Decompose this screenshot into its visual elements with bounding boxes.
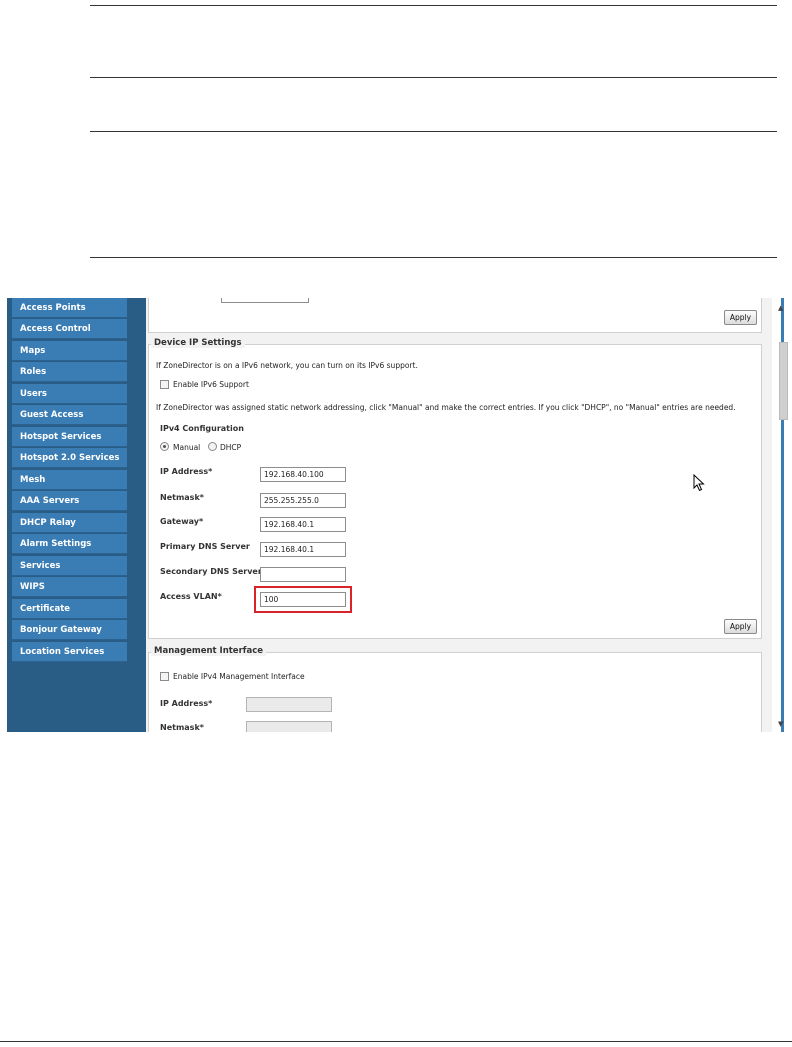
manual-radio[interactable] <box>160 442 169 451</box>
top-panel-input[interactable] <box>221 298 309 303</box>
enable-mgmt-checkbox[interactable] <box>160 672 169 681</box>
mgmt-ip-address-label: IP Address* <box>160 699 213 708</box>
device-ip-settings-panel: If ZoneDirector is on a IPv6 network, yo… <box>148 344 762 639</box>
manual-label: Manual <box>173 443 201 452</box>
primary-dns-label: Primary DNS Server <box>160 542 250 551</box>
sidebar-item-guest-access[interactable]: Guest Access <box>12 405 127 425</box>
sidebar: Access Points Access Control Maps Roles … <box>7 298 146 732</box>
scroll-up-icon[interactable]: ▲ <box>778 304 783 312</box>
ip-address-label: IP Address* <box>160 467 213 476</box>
primary-dns-input[interactable]: 192.168.40.1 <box>260 542 346 557</box>
scroll-down-icon[interactable]: ▼ <box>778 720 783 728</box>
dhcp-label: DHCP <box>220 443 242 452</box>
sidebar-item-bonjour-gateway[interactable]: Bonjour Gateway <box>12 620 127 640</box>
access-vlan-highlight <box>254 586 352 613</box>
ipv4-configuration-label: IPv4 Configuration <box>160 424 244 433</box>
sidebar-item-certificate[interactable]: Certificate <box>12 599 127 619</box>
ipv6-note: If ZoneDirector is on a IPv6 network, yo… <box>156 361 418 370</box>
scrollbar-thumb[interactable] <box>779 342 788 420</box>
ip-address-input[interactable]: 192.168.40.100 <box>260 467 346 482</box>
page-rule <box>90 257 777 258</box>
page-rule <box>90 5 777 6</box>
sidebar-item-dhcp-relay[interactable]: DHCP Relay <box>12 513 127 533</box>
vertical-scrollbar[interactable]: ▲ ▼ <box>772 298 792 732</box>
sidebar-item-alarm-settings[interactable]: Alarm Settings <box>12 534 127 554</box>
sidebar-item-roles[interactable]: Roles <box>12 362 127 382</box>
management-interface-panel: Enable IPv4 Management Interface IP Addr… <box>148 652 762 732</box>
dhcp-radio[interactable] <box>208 442 217 451</box>
page-rule <box>90 131 777 132</box>
static-addressing-note: If ZoneDirector was assigned static netw… <box>156 403 736 412</box>
device-ip-apply-button[interactable]: Apply <box>724 619 757 634</box>
enable-ipv6-label: Enable IPv6 Support <box>173 380 249 389</box>
mouse-cursor-icon <box>693 474 705 492</box>
top-panel: Apply <box>148 298 762 333</box>
sidebar-item-users[interactable]: Users <box>12 384 127 404</box>
page-rule <box>0 1041 792 1042</box>
screenshot-frame: Access Points Access Control Maps Roles … <box>7 298 792 732</box>
sidebar-item-services[interactable]: Services <box>12 556 127 576</box>
secondary-dns-label: Secondary DNS Server <box>160 567 262 576</box>
top-apply-button[interactable]: Apply <box>724 310 757 325</box>
netmask-input[interactable]: 255.255.255.0 <box>260 493 346 508</box>
mgmt-netmask-label: Netmask* <box>160 723 204 732</box>
mgmt-netmask-input[interactable] <box>246 721 332 732</box>
sidebar-item-location-services[interactable]: Location Services <box>12 642 127 662</box>
gateway-label: Gateway* <box>160 517 204 526</box>
sidebar-item-aaa-servers[interactable]: AAA Servers <box>12 491 127 511</box>
content-area: Apply If ZoneDirector is on a IPv6 netwo… <box>146 298 772 732</box>
secondary-dns-input[interactable] <box>260 567 346 582</box>
enable-ipv6-checkbox[interactable] <box>160 380 169 389</box>
mgmt-ip-address-input[interactable] <box>246 697 332 712</box>
device-ip-settings-title: Device IP Settings <box>151 338 245 348</box>
sidebar-item-mesh[interactable]: Mesh <box>12 470 127 490</box>
sidebar-item-access-control[interactable]: Access Control <box>12 319 127 339</box>
sidebar-item-wips[interactable]: WIPS <box>12 577 127 597</box>
page-rule <box>90 77 777 78</box>
sidebar-item-access-points[interactable]: Access Points <box>12 298 127 318</box>
gateway-input[interactable]: 192.168.40.1 <box>260 517 346 532</box>
enable-mgmt-label: Enable IPv4 Management Interface <box>173 672 305 681</box>
sidebar-item-maps[interactable]: Maps <box>12 341 127 361</box>
management-interface-title: Management Interface <box>151 646 266 656</box>
access-vlan-label: Access VLAN* <box>160 592 222 601</box>
sidebar-item-hotspot-2-services[interactable]: Hotspot 2.0 Services <box>12 448 127 468</box>
sidebar-item-hotspot-services[interactable]: Hotspot Services <box>12 427 127 447</box>
netmask-label: Netmask* <box>160 493 204 502</box>
